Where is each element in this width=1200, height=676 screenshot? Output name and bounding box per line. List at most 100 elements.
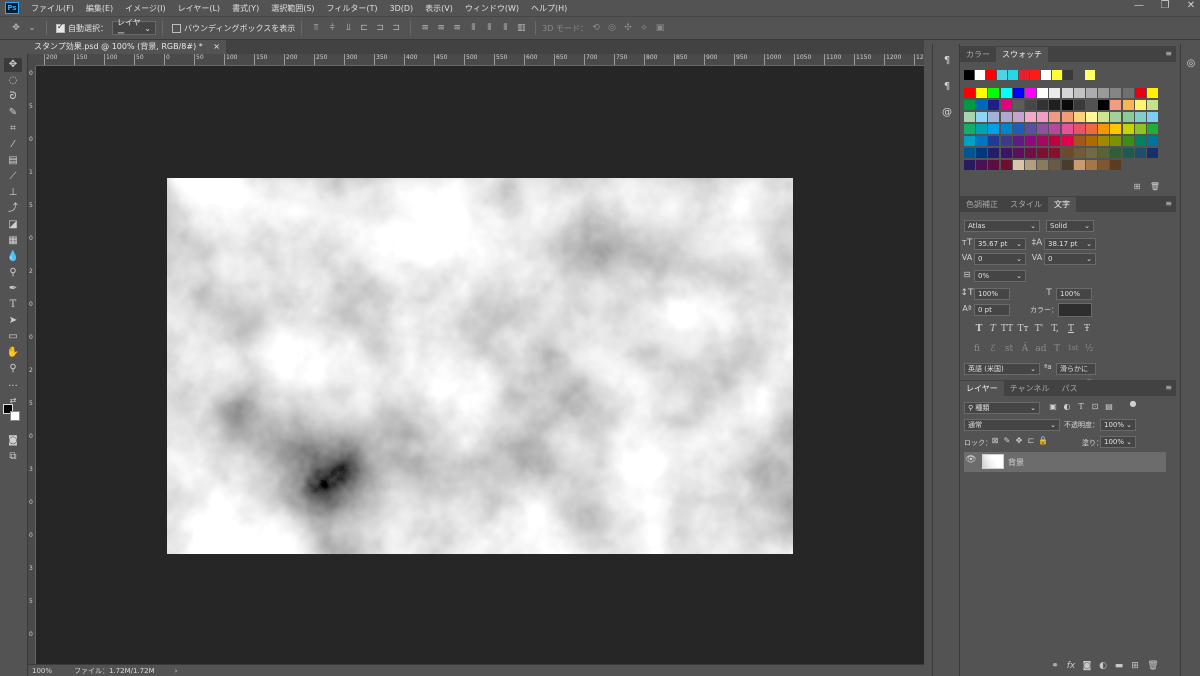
zoom-tool-icon[interactable]: ⚲ xyxy=(4,362,22,376)
swatch[interactable] xyxy=(1086,160,1097,170)
swatch[interactable] xyxy=(1025,136,1036,146)
text-color-swatch[interactable] xyxy=(1058,303,1092,317)
kerning-field[interactable]: 0 ⌄ xyxy=(974,253,1026,265)
swatch[interactable] xyxy=(1049,124,1061,134)
swatch[interactable] xyxy=(1049,148,1061,158)
swatch[interactable] xyxy=(1000,148,1012,158)
crop-tool-icon[interactable]: ⌗ xyxy=(4,122,22,136)
tab-channels[interactable]: チャンネル xyxy=(1004,381,1056,396)
swatch[interactable] xyxy=(1086,112,1097,122)
filter-toggle-icon[interactable]: ● xyxy=(1126,399,1140,408)
tool-preset-chevron-icon[interactable]: ⌄ xyxy=(26,22,38,34)
swatch[interactable] xyxy=(1098,112,1110,122)
3d-slide-icon[interactable]: ⟡ xyxy=(638,22,650,34)
swatch[interactable] xyxy=(1061,124,1073,134)
visibility-eye-icon[interactable]: 👁 xyxy=(964,455,978,465)
panel-menu-icon[interactable]: ≡ xyxy=(1165,199,1172,208)
recent-swatch[interactable] xyxy=(1008,70,1018,80)
auto-align-icon[interactable]: ▥ xyxy=(515,22,527,34)
paragraph-style-icon[interactable]: ¶ xyxy=(940,54,954,68)
swatch[interactable] xyxy=(1049,160,1061,170)
recent-swatch[interactable] xyxy=(986,70,996,80)
contextual-alternates-button[interactable]: ℰ xyxy=(986,344,1000,354)
recent-swatch[interactable] xyxy=(1085,70,1095,80)
pen-tool-icon[interactable]: ✒ xyxy=(4,282,22,296)
swatch[interactable] xyxy=(1134,148,1146,158)
tracking-field[interactable]: 0 ⌄ xyxy=(1044,253,1096,265)
menu-type[interactable]: 書式(Y) xyxy=(226,3,265,14)
ruler-origin[interactable] xyxy=(28,54,36,66)
swatch[interactable] xyxy=(1061,100,1073,110)
swatch[interactable] xyxy=(1049,100,1061,110)
filter-pixel-icon[interactable]: ▣ xyxy=(1046,402,1060,411)
panel-menu-icon[interactable]: ≡ xyxy=(1165,383,1172,392)
swatch[interactable] xyxy=(1134,112,1146,122)
delete-layer-icon[interactable]: 🗑 xyxy=(1146,661,1160,671)
swatch[interactable] xyxy=(976,124,988,134)
swatch[interactable] xyxy=(988,148,1000,158)
swatch[interactable] xyxy=(1061,136,1073,146)
canvas-area[interactable] xyxy=(36,66,924,664)
swatch[interactable] xyxy=(1098,160,1110,170)
swatch[interactable] xyxy=(1073,124,1085,134)
lasso-tool-icon[interactable]: ᘐ xyxy=(4,90,22,104)
swatch[interactable] xyxy=(1025,100,1036,110)
swatch[interactable] xyxy=(1122,136,1134,146)
swatch[interactable] xyxy=(976,88,988,98)
swatch[interactable] xyxy=(1012,100,1024,110)
stylistic-alternates-button[interactable]: ad xyxy=(1034,344,1048,354)
menu-image[interactable]: イメージ(I) xyxy=(119,3,171,14)
ruler-horizontal[interactable]: 200 150 100 50 0 50 100 150 200 250 300 350 400 450 50… xyxy=(36,54,924,66)
ligatures-button[interactable]: fi xyxy=(970,344,984,354)
menu-edit[interactable]: 編集(E) xyxy=(80,3,119,14)
swatch[interactable] xyxy=(976,112,988,122)
distribute-left-icon[interactable]: ⦀ xyxy=(467,22,479,34)
blend-mode-select[interactable]: 通常 ⌄ xyxy=(964,419,1060,431)
swatch[interactable] xyxy=(1000,124,1012,134)
swatch[interactable] xyxy=(1086,88,1097,98)
swatch[interactable] xyxy=(1073,148,1085,158)
move-tool-icon[interactable]: ✥ xyxy=(4,58,22,72)
quick-select-tool-icon[interactable]: ✎ xyxy=(4,106,22,120)
swatch[interactable] xyxy=(1122,100,1134,110)
swatch[interactable] xyxy=(1134,88,1146,98)
swatch[interactable] xyxy=(1025,112,1036,122)
swatch[interactable] xyxy=(1134,136,1146,146)
layer-style-icon[interactable]: fx xyxy=(1064,661,1078,671)
eraser-tool-icon[interactable]: ◪ xyxy=(4,218,22,232)
swatch[interactable] xyxy=(1037,148,1049,158)
link-layers-icon[interactable]: ⚭ xyxy=(1048,661,1062,671)
new-group-icon[interactable]: ▬ xyxy=(1112,661,1126,671)
swatch[interactable] xyxy=(1098,148,1110,158)
distribute-top-icon[interactable]: ≡ xyxy=(419,22,431,34)
swatch[interactable] xyxy=(1073,112,1085,122)
antialias-select[interactable]: 滑らかに ⌄ xyxy=(1056,363,1096,383)
swatch[interactable] xyxy=(1110,160,1122,170)
swatch[interactable] xyxy=(1049,136,1061,146)
bounding-box-checkbox[interactable] xyxy=(172,23,181,33)
faux-italic-button[interactable]: T xyxy=(986,324,1000,334)
swatch[interactable] xyxy=(1098,136,1110,146)
swatch[interactable] xyxy=(1049,88,1061,98)
swatch[interactable] xyxy=(1012,136,1024,146)
swatch[interactable] xyxy=(964,136,975,146)
libraries-icon[interactable]: ◎ xyxy=(1184,58,1198,72)
minimize-button[interactable]: — xyxy=(1132,0,1146,14)
swatch[interactable] xyxy=(988,112,1000,122)
clone-stamp-tool-icon[interactable]: ⊥ xyxy=(4,186,22,200)
menu-file[interactable]: ファイル(F) xyxy=(25,3,80,14)
swatch[interactable] xyxy=(964,88,975,98)
distribute-right-icon[interactable]: ⦀ xyxy=(499,22,511,34)
titling-alternates-button[interactable]: T xyxy=(1050,344,1064,354)
swatch[interactable] xyxy=(1000,100,1012,110)
align-hcenter-icon[interactable]: ⊐ xyxy=(374,22,386,34)
close-button[interactable]: ✕ xyxy=(1184,0,1198,14)
swatch[interactable] xyxy=(976,160,988,170)
new-swatch-icon[interactable]: ⊞ xyxy=(1130,182,1144,191)
swatch[interactable] xyxy=(1049,112,1061,122)
zoom-level[interactable]: 100% xyxy=(32,667,68,675)
swatch[interactable] xyxy=(988,88,1000,98)
document-canvas[interactable] xyxy=(167,178,793,554)
swatch[interactable] xyxy=(1012,124,1024,134)
swatch[interactable] xyxy=(1000,160,1012,170)
